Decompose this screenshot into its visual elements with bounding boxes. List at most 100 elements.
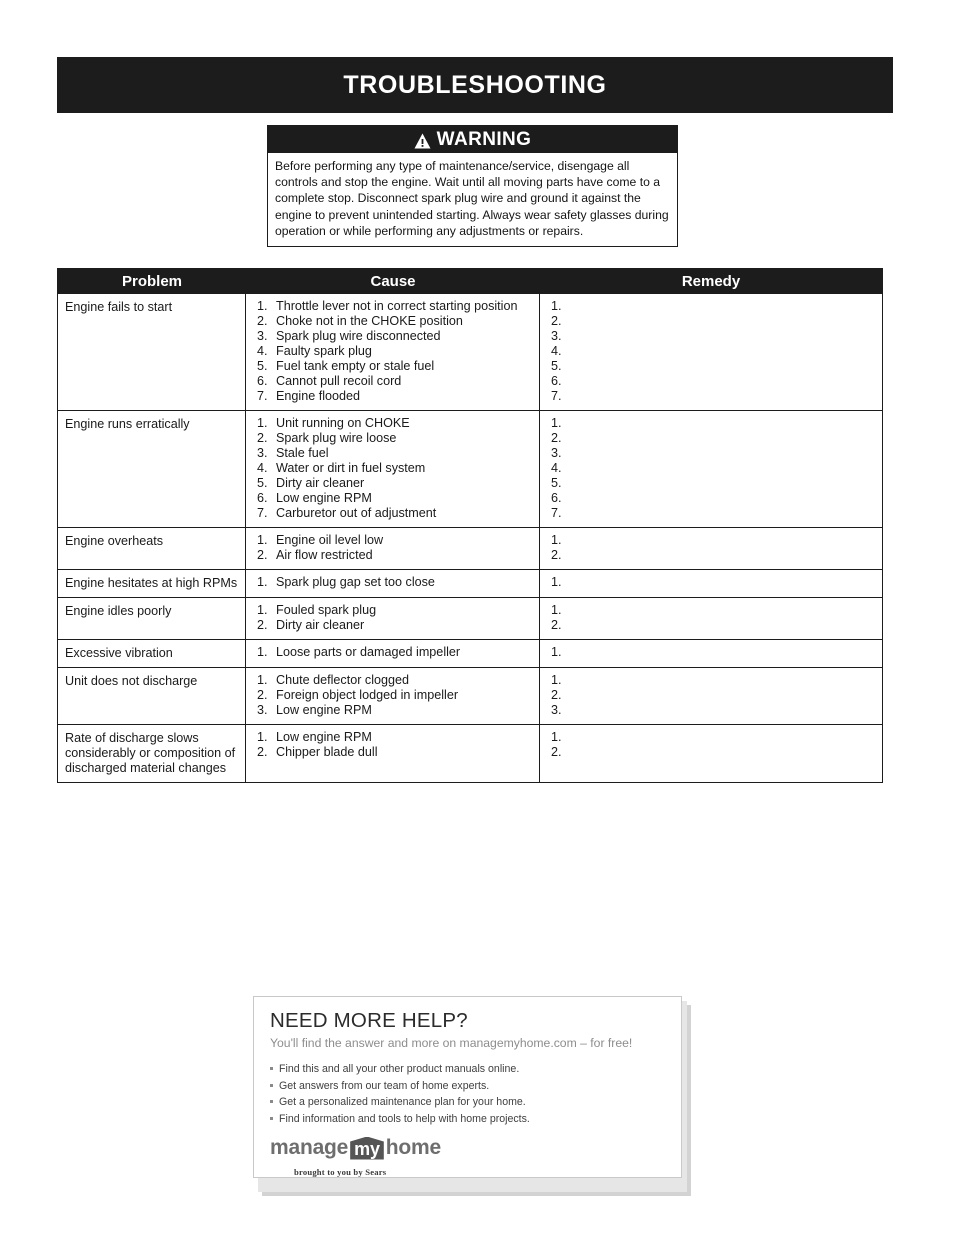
logo-text-home: home [385,1136,442,1159]
cause-list: 1. Low engine RPM 2. Chipper blade dull [246,730,535,760]
remedy-item-number: 4. [551,461,562,475]
cause-item-text: Chute deflector clogged [276,673,410,687]
cell-problem: Engine runs erratically [58,411,246,527]
remedy-item-number: 2. [551,745,562,759]
remedy-item-number: 6. [551,374,562,388]
cause-item-text: Dirty air cleaner [276,476,365,490]
cause-item-text: Choke not in the CHOKE position [276,314,463,328]
column-header-cause: Cause [370,273,416,290]
cause-list: 1. Chute deflector clogged 2. Foreign objec… [246,673,535,718]
ad-bullet-text: Find this and all your other product man… [279,1063,520,1075]
remedy-item: 7. [540,506,876,521]
cell-cause: 1. Spark plug gap set too close [246,570,540,597]
cause-item-number: 5. [257,476,268,490]
cause-item-number: 7. [257,389,268,403]
table-row: Engine runs erratically 1. Unit running on… [58,410,882,527]
remedy-item-number: 5. [551,359,562,373]
cause-item: 3. Spark plug wire disconnected [246,329,535,344]
remedy-list: 1. [540,645,876,660]
cause-list: 1. Fouled spark plug 2. Dirty air cleaner [246,603,535,633]
cell-remedy: 1. 2. [540,528,882,569]
remedy-item: 2. [540,548,876,563]
cause-item-number: 2. [257,745,268,759]
remedy-item-number: 6. [551,491,562,505]
cause-item-number: 5. [257,359,268,373]
cause-item-text: Spark plug wire loose [276,431,397,445]
remedy-list: 1. 2. 3. 4. 5. 6. 7. [540,416,876,521]
cause-item-text: Stale fuel [276,446,329,460]
warning-header: WARNING [268,126,677,153]
cause-item: 1. Loose parts or damaged impeller [246,645,535,660]
remedy-item-number: 1. [551,533,562,547]
table-header-row: Problem Cause Remedy [58,269,882,294]
cause-item: 2. Choke not in the CHOKE position [246,314,535,329]
cause-item-number: 6. [257,491,268,505]
cause-item-text: Low engine RPM [276,730,372,744]
remedy-item: 3. [540,703,876,718]
cause-item-text: Throttle lever not in correct starting p… [276,299,518,313]
cause-item-number: 3. [257,703,268,717]
cause-item-number: 3. [257,446,268,460]
remedy-item: 3. [540,446,876,461]
cause-item-number: 1. [257,730,268,744]
logo-badge-my: my [350,1136,384,1160]
remedy-item-number: 5. [551,476,562,490]
page-title: TROUBLESHOOTING [343,70,607,99]
cause-item-number: 1. [257,603,268,617]
cause-item-text: Chipper blade dull [276,745,378,759]
troubleshooting-table: Problem Cause Remedy Engine fails to sta… [57,268,883,783]
remedy-item-number: 1. [551,645,562,659]
ad-bullet: Find information and tools to help with … [270,1111,665,1128]
cause-item-number: 4. [257,461,268,475]
cause-list: 1. Engine oil level low 2. Air flow restric… [246,533,535,563]
cause-item-number: 4. [257,344,268,358]
page-header-banner: TROUBLESHOOTING [57,57,893,113]
problem-text: Rate of discharge slows considerably or … [65,731,236,775]
remedy-item-number: 7. [551,389,562,403]
table-row: Rate of discharge slows considerably or … [58,724,882,782]
cell-cause: 1. Fouled spark plug 2. Dirty air cleaner [246,598,540,639]
cause-item: 5. Dirty air cleaner [246,476,535,491]
cell-cause: 1. Unit running on CHOKE 2. Spark plug wire… [246,411,540,527]
cause-item: 1. Low engine RPM [246,730,535,745]
remedy-item: 1. [540,533,876,548]
remedy-item-number: 3. [551,329,562,343]
problem-text: Engine runs erratically [65,417,190,431]
problem-text: Excessive vibration [65,646,173,660]
cause-item-text: Low engine RPM [276,703,372,717]
remedy-item: 2. [540,618,876,633]
cause-item-number: 1. [257,533,268,547]
cause-item: 3. Stale fuel [246,446,535,461]
table-row: Engine hesitates at high RPMs 1. Spark plu… [58,569,882,597]
remedy-item-number: 2. [551,431,562,445]
problem-text: Engine fails to start [65,300,173,314]
remedy-item-number: 1. [551,299,562,313]
cause-item-number: 2. [257,548,268,562]
cause-item-number: 2. [257,618,268,632]
problem-text: Engine idles poorly [65,604,172,618]
logo-text-manage: manage [270,1136,349,1159]
cause-item: 6. Low engine RPM [246,491,535,506]
cell-problem: Engine fails to start [58,294,246,410]
remedy-item-number: 1. [551,416,562,430]
remedy-item-number: 3. [551,446,562,460]
ad-bullet: Get answers from our team of home expert… [270,1078,665,1095]
cell-problem: Excessive vibration [58,640,246,667]
cause-item-text: Dirty air cleaner [276,618,365,632]
managemyhome-logo: manage my home [270,1136,665,1160]
cause-item-text: Low engine RPM [276,491,372,505]
remedy-item-number: 2. [551,314,562,328]
cause-item-number: 3. [257,329,268,343]
remedy-item: 2. [540,745,876,760]
cell-remedy: 1. 2. 3. 4. 5. 6. 7. [540,411,882,527]
table-row: Engine overheats 1. Engine oil level low 2.… [58,527,882,569]
cause-item-text: Foreign object lodged in impeller [276,688,459,702]
remedy-item: 1. [540,575,876,590]
ad-card: NEED MORE HELP? You'll find the answer a… [253,996,682,1178]
cause-item-number: 2. [257,314,268,328]
ad-bullet-text: Find information and tools to help with … [279,1112,530,1125]
remedy-item-number: 1. [551,673,562,687]
cause-item: 5. Fuel tank empty or stale fuel [246,359,535,374]
cell-problem: Engine hesitates at high RPMs [58,570,246,597]
cause-item: 2. Foreign object lodged in impeller [246,688,535,703]
